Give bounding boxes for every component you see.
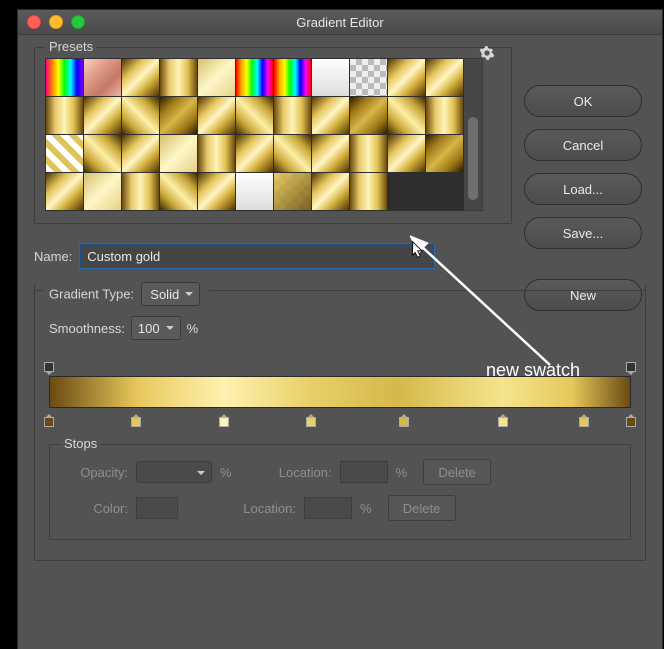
preset-swatch[interactable] bbox=[350, 97, 387, 134]
preset-swatch[interactable] bbox=[312, 173, 349, 210]
preset-swatch[interactable] bbox=[426, 59, 463, 96]
gradient-editor-window: Gradient Editor Presets OK Cancel Load..… bbox=[18, 10, 662, 649]
gradient-type-select[interactable]: Solid bbox=[141, 282, 200, 306]
preset-swatch[interactable] bbox=[122, 173, 159, 210]
smoothness-input[interactable]: 100 bbox=[131, 316, 181, 340]
window-title: Gradient Editor bbox=[18, 15, 662, 30]
preset-swatch[interactable] bbox=[350, 135, 387, 172]
preset-swatch[interactable] bbox=[84, 135, 121, 172]
preset-swatch[interactable] bbox=[198, 135, 235, 172]
color-stop[interactable] bbox=[219, 410, 229, 422]
color-stop[interactable] bbox=[579, 410, 589, 422]
preset-swatch[interactable] bbox=[388, 135, 425, 172]
color-location-input bbox=[304, 497, 352, 519]
preset-swatch-grid[interactable] bbox=[45, 58, 464, 211]
opacity-stop[interactable] bbox=[626, 362, 636, 374]
window-minimize-button[interactable] bbox=[49, 15, 63, 29]
window-close-button[interactable] bbox=[27, 15, 41, 29]
opacity-location-input bbox=[340, 461, 388, 483]
opacity-stop[interactable] bbox=[44, 362, 54, 374]
opacity-location-unit: % bbox=[396, 465, 408, 480]
preset-swatch[interactable] bbox=[84, 97, 121, 134]
opacity-label: Opacity: bbox=[62, 465, 128, 480]
color-location-unit: % bbox=[360, 501, 372, 516]
stops-fieldset: Stops Opacity: % Location: % Delete Colo… bbox=[49, 444, 631, 540]
preset-swatch[interactable] bbox=[46, 173, 83, 210]
preset-swatch[interactable] bbox=[350, 59, 387, 96]
preset-swatch[interactable] bbox=[274, 97, 311, 134]
color-delete-button: Delete bbox=[388, 495, 456, 521]
gradient-preview-bar[interactable] bbox=[49, 376, 631, 408]
opacity-stop-track[interactable] bbox=[49, 362, 631, 376]
scrollbar-thumb[interactable] bbox=[468, 117, 478, 200]
load-button[interactable]: Load... bbox=[524, 173, 642, 205]
smoothness-label: Smoothness: bbox=[49, 321, 125, 336]
preset-swatch[interactable] bbox=[198, 59, 235, 96]
gradient-type-label: Gradient Type: Solid bbox=[49, 282, 200, 306]
stop-opacity-input bbox=[136, 461, 212, 483]
preset-swatch[interactable] bbox=[46, 135, 83, 172]
preset-swatch[interactable] bbox=[46, 97, 83, 134]
preset-swatch[interactable] bbox=[160, 97, 197, 134]
opacity-location-label: Location: bbox=[258, 465, 332, 480]
preset-swatch[interactable] bbox=[198, 97, 235, 134]
preset-swatch[interactable] bbox=[46, 59, 83, 96]
opacity-delete-button: Delete bbox=[423, 459, 491, 485]
preset-swatch[interactable] bbox=[388, 59, 425, 96]
preset-swatch[interactable] bbox=[274, 59, 311, 96]
stops-label: Stops bbox=[60, 436, 101, 451]
preset-swatch[interactable] bbox=[160, 173, 197, 210]
color-stop[interactable] bbox=[626, 410, 636, 422]
preset-swatch[interactable] bbox=[388, 97, 425, 134]
color-stop-track[interactable] bbox=[49, 410, 631, 426]
preset-swatch[interactable] bbox=[84, 173, 121, 210]
titlebar: Gradient Editor bbox=[18, 10, 662, 35]
cancel-button[interactable]: Cancel bbox=[524, 129, 642, 161]
name-input[interactable] bbox=[80, 244, 434, 268]
preset-swatch[interactable] bbox=[236, 97, 273, 134]
presets-label: Presets bbox=[45, 39, 97, 54]
preset-swatch[interactable] bbox=[122, 97, 159, 134]
preset-swatch[interactable] bbox=[122, 59, 159, 96]
name-label: Name: bbox=[34, 249, 72, 264]
color-stop[interactable] bbox=[306, 410, 316, 422]
preset-swatch[interactable] bbox=[84, 59, 121, 96]
color-label: Color: bbox=[62, 501, 128, 516]
ok-button[interactable]: OK bbox=[524, 85, 642, 117]
color-location-label: Location: bbox=[222, 501, 296, 516]
preset-swatch[interactable] bbox=[274, 173, 311, 210]
preset-swatch[interactable] bbox=[160, 59, 197, 96]
preset-swatch[interactable] bbox=[160, 135, 197, 172]
color-stop[interactable] bbox=[131, 410, 141, 422]
smoothness-unit: % bbox=[187, 321, 199, 336]
preset-swatch[interactable] bbox=[198, 173, 235, 210]
preset-swatch[interactable] bbox=[312, 135, 349, 172]
save-button[interactable]: Save... bbox=[524, 217, 642, 249]
color-stop[interactable] bbox=[399, 410, 409, 422]
preset-swatch[interactable] bbox=[236, 59, 273, 96]
preset-swatch[interactable] bbox=[274, 135, 311, 172]
preset-swatch[interactable] bbox=[236, 135, 273, 172]
stop-color-well bbox=[136, 497, 178, 519]
preset-scrollbar[interactable] bbox=[464, 58, 483, 211]
cursor-icon bbox=[407, 240, 425, 260]
color-stop[interactable] bbox=[498, 410, 508, 422]
preset-swatch[interactable] bbox=[236, 173, 273, 210]
preset-swatch[interactable] bbox=[426, 135, 463, 172]
preset-swatch[interactable] bbox=[122, 135, 159, 172]
color-stop[interactable] bbox=[44, 410, 54, 422]
preset-swatch[interactable] bbox=[350, 173, 387, 210]
preset-swatch[interactable] bbox=[312, 97, 349, 134]
preset-swatch[interactable] bbox=[312, 59, 349, 96]
window-zoom-button[interactable] bbox=[71, 15, 85, 29]
opacity-unit: % bbox=[220, 465, 232, 480]
presets-fieldset: Presets bbox=[34, 47, 512, 224]
preset-swatch[interactable] bbox=[426, 97, 463, 134]
